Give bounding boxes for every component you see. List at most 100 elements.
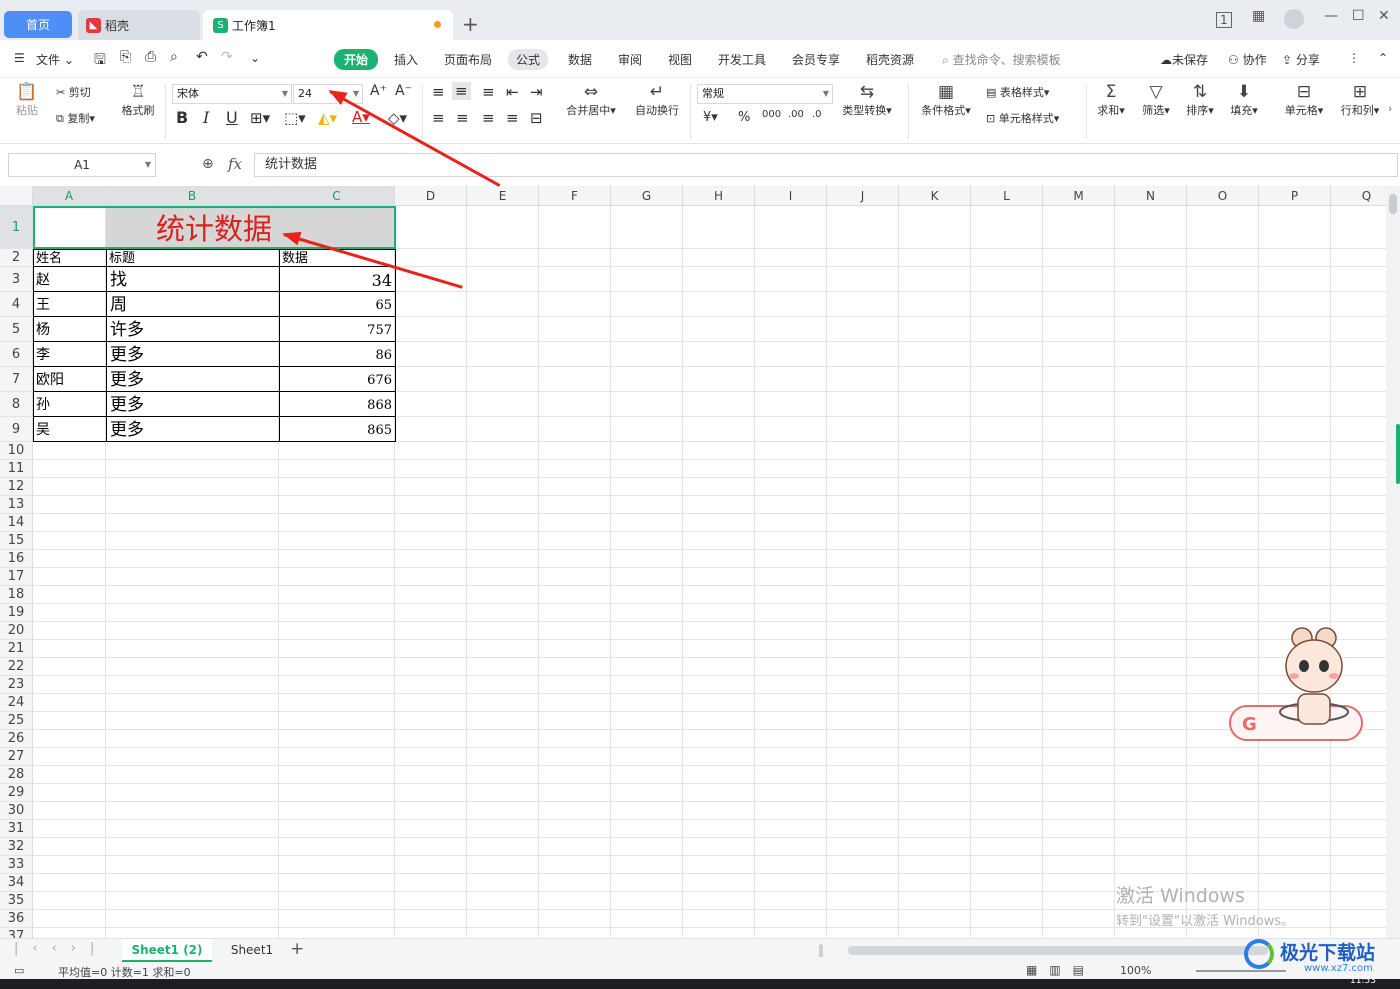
column-header-l[interactable]: L	[971, 186, 1043, 206]
header-cell[interactable]: 姓名	[36, 249, 62, 267]
name-cell[interactable]: 王	[36, 292, 50, 317]
tab-workbook[interactable]: S 工作簿1	[203, 10, 453, 40]
underline-icon[interactable]: U	[226, 108, 238, 127]
menu-start[interactable]: 开始	[334, 49, 379, 70]
header-cell[interactable]: 标题	[109, 249, 135, 267]
value-cell[interactable]: 34	[280, 267, 392, 292]
collab-button[interactable]: ⚇ 协作	[1228, 51, 1267, 68]
column-header-h[interactable]: H	[683, 186, 755, 206]
title-cell[interactable]: 周	[110, 292, 127, 317]
align-right-icon[interactable]: ≡	[482, 109, 495, 127]
name-cell[interactable]: 赵	[36, 267, 50, 292]
justify-icon[interactable]: ≡	[506, 109, 519, 127]
add-sheet-plus-icon[interactable]: +	[290, 939, 304, 959]
merge-center-button[interactable]: ⇔ 合并居中▾	[562, 82, 620, 118]
column-header-i[interactable]: I	[755, 186, 827, 206]
header-cell[interactable]: 数据	[282, 249, 308, 267]
menu-data[interactable]: 数据	[568, 51, 592, 68]
sort-button[interactable]: ⇅ 排序▾	[1182, 82, 1218, 118]
column-header-a[interactable]: A	[33, 186, 106, 206]
row-header-31[interactable]: 31	[0, 820, 33, 838]
row-header-7[interactable]: 7	[0, 367, 33, 392]
wrap-text-button[interactable]: ↵ 自动换行	[630, 82, 684, 118]
table-style-button[interactable]: ▤ 表格样式▾	[986, 84, 1049, 100]
type-convert-button[interactable]: ⇆ 类型转换▾	[838, 82, 896, 118]
preview-icon[interactable]: ⌕	[170, 49, 178, 65]
fill-button[interactable]: ⬇ 填充▾	[1226, 82, 1262, 118]
row-header-27[interactable]: 27	[0, 748, 33, 766]
menu-review[interactable]: 审阅	[618, 51, 642, 68]
row-header-36[interactable]: 36	[0, 910, 33, 928]
value-cell[interactable]: 865	[280, 417, 392, 442]
row-header-11[interactable]: 11	[0, 460, 33, 478]
row-header-20[interactable]: 20	[0, 622, 33, 640]
save-icon[interactable]: 🖫	[94, 49, 106, 73]
align-left-icon[interactable]: ≡	[432, 109, 445, 127]
row-header-6[interactable]: 6	[0, 342, 33, 367]
italic-icon[interactable]: I	[203, 108, 209, 127]
column-header-j[interactable]: J	[827, 186, 899, 206]
row-header-33[interactable]: 33	[0, 856, 33, 874]
horizontal-scroll-thumb[interactable]	[848, 946, 1268, 955]
row-header-29[interactable]: 29	[0, 784, 33, 802]
row-header-34[interactable]: 34	[0, 874, 33, 892]
spreadsheet-grid[interactable]: ABCDEFGHIJKLMNOPQ 1 2 3 4 5 6 7 8 9 10 11 12 13 14 15 1…	[0, 186, 1386, 938]
title-cell[interactable]: 更多	[110, 342, 144, 367]
paste-button[interactable]: 📋 粘贴	[12, 82, 42, 118]
row-header-19[interactable]: 19	[0, 604, 33, 622]
side-panel-handle[interactable]	[1396, 424, 1400, 484]
font-name-select[interactable]: 宋体 ▼	[172, 84, 292, 104]
print-icon[interactable]: ⎙	[145, 49, 156, 65]
percent-icon[interactable]: %	[738, 110, 750, 125]
scroll-thumb[interactable]	[1389, 194, 1397, 214]
sheet-tab-active[interactable]: Sheet1 (2)	[122, 939, 212, 962]
cell-style-button[interactable]: ⊡ 单元格样式▾	[986, 110, 1059, 126]
formula-input[interactable]: 统计数据	[254, 153, 1398, 177]
number-format-select[interactable]: 常规 ▼	[697, 84, 833, 104]
undo-icon[interactable]: ↶	[196, 49, 208, 65]
increase-font-icon[interactable]: A⁺	[370, 83, 387, 99]
copy-button[interactable]: ⧉ 复制▾	[56, 110, 95, 126]
title-cell[interactable]: 更多	[110, 367, 144, 392]
row-header-8[interactable]: 8	[0, 392, 33, 417]
row-header-22[interactable]: 22	[0, 658, 33, 676]
column-header-g[interactable]: G	[611, 186, 683, 206]
row-header-32[interactable]: 32	[0, 838, 33, 856]
thousands-icon[interactable]: 000	[762, 109, 781, 120]
column-header-e[interactable]: E	[467, 186, 539, 206]
column-header-k[interactable]: K	[899, 186, 971, 206]
column-header-d[interactable]: D	[395, 186, 467, 206]
zoom-level[interactable]: 100%	[1120, 964, 1151, 977]
row-header-26[interactable]: 26	[0, 730, 33, 748]
name-cell[interactable]: 吴	[36, 417, 50, 442]
close-icon[interactable]: ✕	[1378, 8, 1390, 24]
menu-insert[interactable]: 插入	[394, 51, 418, 68]
menu-member[interactable]: 会员专享	[792, 51, 840, 68]
layout-icon[interactable]: 1	[1216, 12, 1232, 28]
select-all-corner[interactable]	[0, 186, 33, 206]
cell-button[interactable]: ⊟ 单元格▾	[1280, 82, 1328, 118]
menu-developer[interactable]: 开发工具	[718, 51, 766, 68]
row-header-12[interactable]: 12	[0, 478, 33, 496]
row-header-16[interactable]: 16	[0, 550, 33, 568]
row-header-2[interactable]: 2	[0, 249, 33, 267]
split-handle-icon[interactable]: ‖	[818, 943, 824, 957]
row-header-24[interactable]: 24	[0, 694, 33, 712]
minimize-icon[interactable]: —	[1324, 8, 1338, 24]
vertical-scrollbar[interactable]	[1386, 186, 1400, 938]
hamburger-icon[interactable]: ☰	[14, 51, 25, 65]
column-header-o[interactable]: O	[1187, 186, 1259, 206]
name-box[interactable]: A1 ▼	[8, 153, 156, 177]
indent-decrease-icon[interactable]: ⇤	[506, 83, 519, 101]
share-button[interactable]: ⇪ 分享	[1282, 51, 1320, 68]
row-header-23[interactable]: 23	[0, 676, 33, 694]
align-middle-icon[interactable]: ≡	[452, 82, 471, 100]
column-header-q[interactable]: Q	[1331, 186, 1386, 206]
row-header-35[interactable]: 35	[0, 892, 33, 910]
row-header-1[interactable]: 1	[0, 206, 33, 249]
ribbon-scroll-right-icon[interactable]: ›	[1388, 102, 1392, 115]
column-header-m[interactable]: M	[1043, 186, 1115, 206]
increase-decimal-icon[interactable]: .00	[788, 109, 804, 120]
value-cell[interactable]: 757	[280, 317, 392, 342]
value-cell[interactable]: 868	[280, 392, 392, 417]
